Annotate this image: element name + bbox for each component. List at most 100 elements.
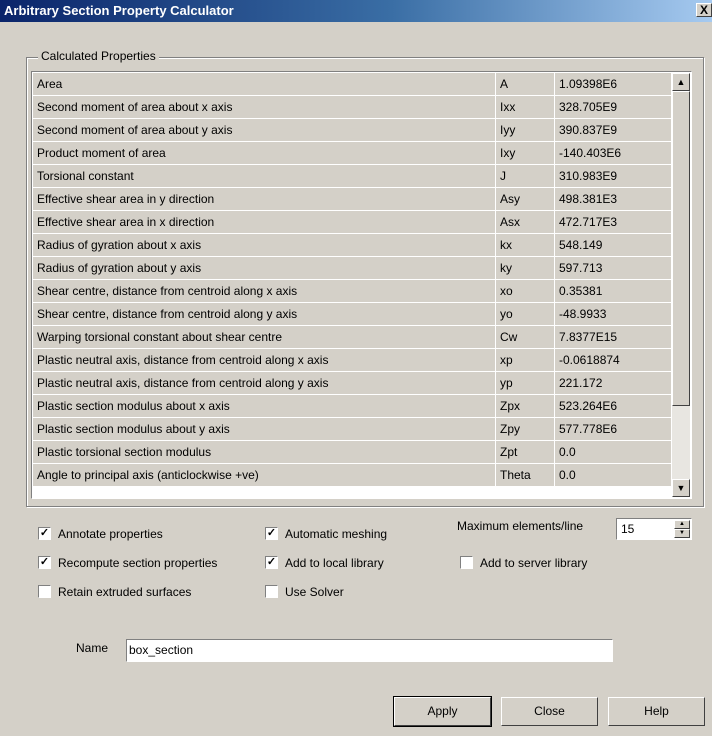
checkbox-box[interactable]	[265, 585, 278, 598]
property-name-cell: Radius of gyration about x axis	[33, 234, 496, 256]
checkbox-label: Add to server library	[480, 556, 588, 570]
checkbox-box[interactable]	[38, 585, 51, 598]
window-title: Arbitrary Section Property Calculator	[4, 3, 234, 18]
apply-button[interactable]: Apply	[393, 696, 492, 727]
help-button[interactable]: Help	[608, 697, 705, 726]
table-row[interactable]: Second moment of area about x axis Ixx 328…	[33, 96, 672, 119]
property-value-cell: 221.172	[555, 372, 672, 394]
property-name-cell: Product moment of area	[33, 142, 496, 164]
table-row[interactable]: Plastic section modulus about x axis Zpx 5…	[33, 395, 672, 418]
checkbox-label: Annotate properties	[58, 527, 163, 541]
table-row[interactable]: Effective shear area in x direction Asx 47…	[33, 211, 672, 234]
close-window-button[interactable]: X	[696, 3, 712, 17]
property-symbol-cell: Zpy	[496, 418, 555, 440]
table-row[interactable]: Effective shear area in y direction Asy 49…	[33, 188, 672, 211]
property-name-cell: Plastic section modulus about y axis	[33, 418, 496, 440]
group-label: Calculated Properties	[38, 49, 159, 63]
scroll-down-button[interactable]: ▼	[672, 479, 690, 497]
property-symbol-cell: Ixx	[496, 96, 555, 118]
checkbox-label: Retain extruded surfaces	[58, 585, 192, 599]
table-row[interactable]: Plastic neutral axis, distance from cent…	[33, 349, 672, 372]
spin-down-icon[interactable]: ▼	[674, 529, 690, 538]
table-row[interactable]: Torsional constant J 310.983E9	[33, 165, 672, 188]
property-value-cell: 577.778E6	[555, 418, 672, 440]
property-symbol-cell: Asy	[496, 188, 555, 210]
property-value-cell: 0.0	[555, 441, 672, 463]
name-input[interactable]	[129, 642, 607, 658]
checkbox-label: Use Solver	[285, 585, 344, 599]
property-value-cell: 523.264E6	[555, 395, 672, 417]
property-name-cell: Effective shear area in y direction	[33, 188, 496, 210]
property-value-cell: -48.9933	[555, 303, 672, 325]
property-value-cell: 1.09398E6	[555, 73, 672, 95]
property-name-cell: Radius of gyration about y axis	[33, 257, 496, 279]
table-row[interactable]: Angle to principal axis (anticlockwise +…	[33, 464, 672, 487]
property-symbol-cell: yp	[496, 372, 555, 394]
close-button[interactable]: Close	[501, 697, 598, 726]
property-symbol-cell: J	[496, 165, 555, 187]
property-name-cell: Second moment of area about x axis	[33, 96, 496, 118]
max-elements-value[interactable]: 15	[621, 522, 634, 536]
property-name-cell: Torsional constant	[33, 165, 496, 187]
checkbox-box[interactable]: ✓	[38, 556, 51, 569]
property-symbol-cell: Asx	[496, 211, 555, 233]
property-value-cell: 390.837E9	[555, 119, 672, 141]
name-label: Name	[76, 641, 109, 655]
vertical-scrollbar[interactable]: ▲ ▼	[672, 73, 690, 497]
property-name-cell: Second moment of area about y axis	[33, 119, 496, 141]
title-bar: Arbitrary Section Property Calculator X	[0, 0, 712, 22]
scroll-up-button[interactable]: ▲	[672, 73, 690, 91]
property-symbol-cell: Theta	[496, 464, 555, 486]
table-row[interactable]: Plastic neutral axis, distance from cent…	[33, 372, 672, 395]
property-value-cell: 310.983E9	[555, 165, 672, 187]
property-symbol-cell: Cw	[496, 326, 555, 348]
spin-up-icon[interactable]: ▲	[674, 520, 690, 529]
checkbox-box[interactable]: ✓	[265, 527, 278, 540]
property-symbol-cell: kx	[496, 234, 555, 256]
max-elements-spinner[interactable]: 15 ▲ ▼	[616, 518, 692, 540]
property-value-cell: 597.713	[555, 257, 672, 279]
property-value-cell: -140.403E6	[555, 142, 672, 164]
table-row[interactable]: Plastic section modulus about y axis Zpy 5…	[33, 418, 672, 441]
property-value-cell: -0.0618874	[555, 349, 672, 371]
table-row[interactable]: Shear centre, distance from centroid alo…	[33, 303, 672, 326]
checkbox-box[interactable]	[460, 556, 473, 569]
property-symbol-cell: Iyy	[496, 119, 555, 141]
property-symbol-cell: Zpx	[496, 395, 555, 417]
scroll-thumb[interactable]	[672, 91, 690, 406]
property-name-cell: Shear centre, distance from centroid alo…	[33, 303, 496, 325]
property-name-cell: Area	[33, 73, 496, 95]
checkbox-label: Recompute section properties	[58, 556, 218, 570]
table-row[interactable]: Plastic torsional section modulus Zpt 0.0	[33, 441, 672, 464]
property-name-cell: Plastic torsional section modulus	[33, 441, 496, 463]
checkbox-box[interactable]: ✓	[38, 527, 51, 540]
property-value-cell: 7.8377E15	[555, 326, 672, 348]
spinner-arrows[interactable]: ▲ ▼	[674, 520, 690, 538]
property-name-cell: Shear centre, distance from centroid alo…	[33, 280, 496, 302]
property-name-cell: Plastic neutral axis, distance from cent…	[33, 372, 496, 394]
property-symbol-cell: xp	[496, 349, 555, 371]
property-name-cell: Plastic neutral axis, distance from cent…	[33, 349, 496, 371]
property-symbol-cell: Ixy	[496, 142, 555, 164]
table-row[interactable]: Shear centre, distance from centroid alo…	[33, 280, 672, 303]
property-symbol-cell: ky	[496, 257, 555, 279]
checkbox-label: Automatic meshing	[285, 527, 388, 541]
property-symbol-cell: Zpt	[496, 441, 555, 463]
table-row[interactable]: Radius of gyration about x axis kx 548.149	[33, 234, 672, 257]
table-row[interactable]: Area A 1.09398E6	[33, 73, 672, 96]
table-row[interactable]: Second moment of area about y axis Iyy 390…	[33, 119, 672, 142]
property-value-cell: 498.381E3	[555, 188, 672, 210]
property-value-cell: 548.149	[555, 234, 672, 256]
property-symbol-cell: yo	[496, 303, 555, 325]
property-name-cell: Warping torsional constant about shear c…	[33, 326, 496, 348]
checkbox-label: Add to local library	[285, 556, 384, 570]
name-field[interactable]	[126, 639, 613, 662]
checkbox-box[interactable]: ✓	[265, 556, 278, 569]
table-row[interactable]: Product moment of area Ixy -140.403E6	[33, 142, 672, 165]
table-row[interactable]: Radius of gyration about y axis ky 597.713	[33, 257, 672, 280]
properties-rows: Area A 1.09398E6 Second moment of area abou…	[33, 73, 672, 487]
property-name-cell: Effective shear area in x direction	[33, 211, 496, 233]
property-value-cell: 0.35381	[555, 280, 672, 302]
table-row[interactable]: Warping torsional constant about shear c…	[33, 326, 672, 349]
property-name-cell: Angle to principal axis (anticlockwise +…	[33, 464, 496, 486]
